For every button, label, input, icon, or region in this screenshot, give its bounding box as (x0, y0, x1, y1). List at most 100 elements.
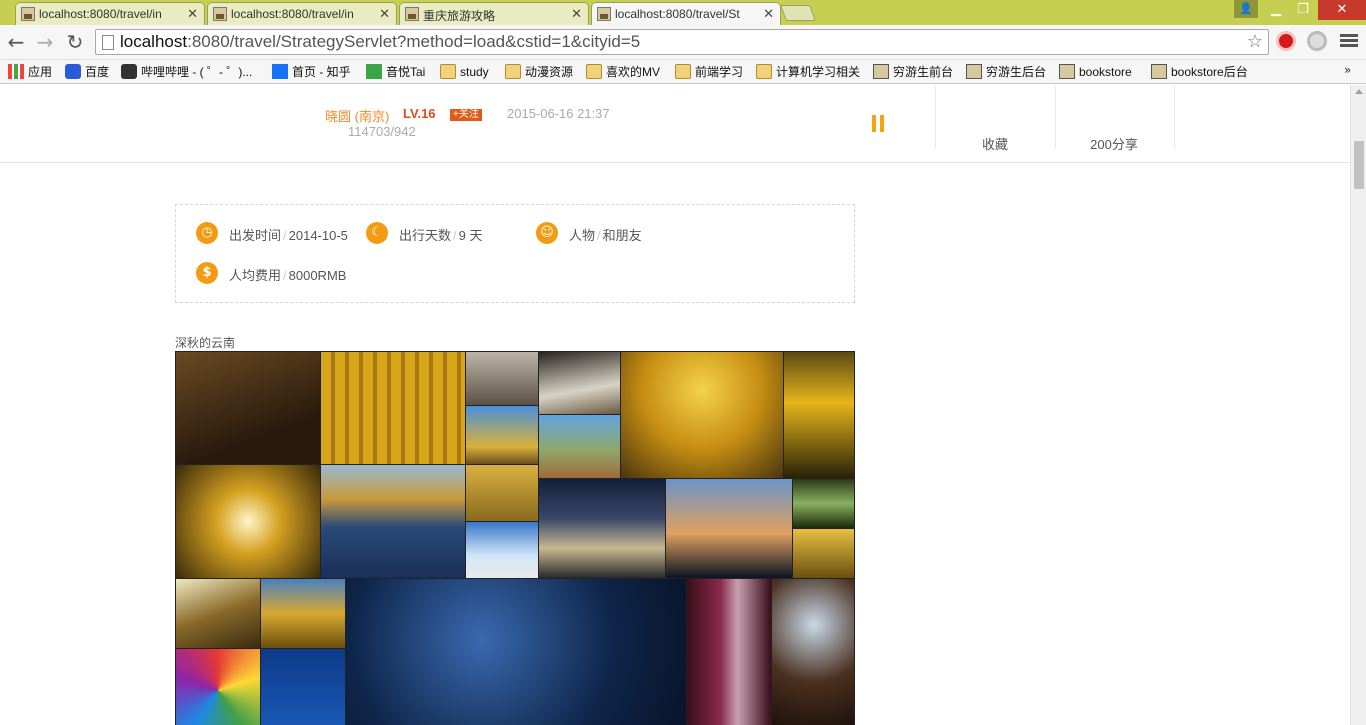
photo-boat-lake[interactable] (466, 522, 538, 578)
forward-arrow-icon[interactable]: → (33, 30, 57, 54)
tab-2[interactable]: localhost:8080/travel/in ✕ (207, 2, 397, 25)
restore-icon[interactable]: ❐ (1290, 0, 1316, 20)
photo-lanterns-night[interactable] (772, 579, 854, 725)
profile-icon[interactable]: 👤 (1234, 0, 1258, 18)
zhihu-icon (272, 64, 288, 79)
photo-lake-grass[interactable] (321, 465, 465, 578)
photo-courtyard[interactable] (539, 352, 620, 414)
folder-icon (440, 64, 456, 79)
depart-info: 出发时间/2014-10-5 (229, 225, 348, 244)
reload-icon[interactable]: ↻ (63, 30, 87, 54)
separator: / (453, 228, 457, 243)
scrollbar-thumb[interactable] (1354, 141, 1364, 189)
bookmark-bookstore-admin[interactable]: bookstore后台 (1151, 63, 1248, 81)
tab-4-active[interactable]: localhost:8080/travel/St ✕ (591, 2, 781, 26)
browser-toolbar: ← → ↻ localhost:8080/travel/StrategyServ… (0, 25, 1366, 60)
photo-starry-night[interactable] (346, 579, 686, 725)
folder-icon (505, 64, 521, 79)
bookmark-qyq-front[interactable]: 穷游生前台 (873, 63, 953, 81)
bookmark-star-icon[interactable]: ☆ (1247, 31, 1263, 52)
menu-icon[interactable] (1340, 32, 1358, 50)
bookmark-label: bookstore (1079, 65, 1132, 79)
bookmark-bookstore[interactable]: bookstore (1059, 63, 1132, 81)
close-icon[interactable]: ✕ (379, 6, 390, 22)
baidu-paw-icon (65, 64, 81, 79)
folder-icon (586, 64, 602, 79)
tab-3[interactable]: 重庆旅游攻略 ✕ (399, 2, 589, 25)
photo-river[interactable] (539, 415, 620, 478)
tab-strip: localhost:8080/travel/in ✕ localhost:808… (0, 0, 1366, 26)
bookmark-zhihu[interactable]: 首页 - 知乎 (272, 63, 351, 81)
page-favicon-icon (213, 7, 227, 21)
bookmark-apps[interactable]: 应用 (8, 63, 52, 81)
author-name[interactable]: 晓圆 (南京) (325, 106, 389, 125)
bookmark-label: 穷游生后台 (986, 65, 1047, 79)
bookmark-folder-mv[interactable]: 喜欢的MV (586, 63, 660, 81)
bookmark-label: 穷游生前台 (893, 65, 954, 79)
separator: / (597, 228, 601, 243)
page-favicon-icon (21, 7, 35, 21)
pause-music-icon[interactable] (871, 115, 885, 132)
photo-wooden-signs[interactable] (176, 352, 320, 464)
bookmark-folder-cs[interactable]: 计算机学习相关 (756, 63, 860, 81)
new-tab-button[interactable] (780, 5, 816, 21)
clock-icon: ◷ (196, 222, 218, 244)
photo-calligraphy-banner[interactable] (687, 579, 771, 725)
address-bar[interactable]: localhost:8080/travel/StrategyServlet?me… (95, 29, 1269, 55)
vertical-scrollbar[interactable] (1350, 85, 1366, 725)
favorite-button[interactable]: 收藏 (935, 134, 1055, 153)
photo-golden-trees[interactable] (784, 352, 854, 478)
close-icon[interactable]: ✕ (571, 6, 582, 22)
photo-moon-sky[interactable] (261, 649, 345, 725)
close-icon[interactable]: ✕ (763, 6, 774, 22)
photo-pagoda[interactable] (466, 406, 538, 464)
bookmark-bilibili[interactable]: 哔哩哔哩 - ( ゜- ゜)... (121, 63, 252, 81)
photo-volcano-dusk[interactable] (666, 479, 792, 578)
photo-ginkgo-temple[interactable] (621, 352, 783, 478)
photo-sun-forest[interactable] (176, 465, 320, 578)
tab-title: localhost:8080/travel/in (231, 7, 354, 21)
follow-button[interactable]: +关注 (450, 109, 482, 121)
window-close-icon[interactable]: ✕ (1318, 0, 1366, 20)
tab-title: localhost:8080/travel/in (39, 7, 162, 21)
post-date: 2015-06-16 21:37 (507, 106, 610, 121)
bookmark-folder-frontend[interactable]: 前端学习 (675, 63, 743, 81)
people-info: 人物 / 和朋友 (569, 225, 642, 244)
author-level: LV.16 (403, 106, 436, 121)
bookmark-label: 前端学习 (695, 65, 744, 79)
bookmark-label: 喜欢的MV (606, 65, 661, 79)
photo-corn[interactable] (321, 352, 465, 464)
bookmark-yinyuetai[interactable]: 音悦Tai (366, 63, 425, 81)
photo-rolls[interactable] (466, 352, 538, 405)
minimize-icon[interactable]: ▁ (1264, 0, 1288, 20)
tab-1[interactable]: localhost:8080/travel/in ✕ (15, 2, 205, 25)
photo-yellow-leaves[interactable] (793, 529, 854, 578)
photo-hot-air-balloon[interactable] (176, 649, 260, 725)
bookmark-qyq-admin[interactable]: 穷游生后台 (966, 63, 1046, 81)
url-host: localhost (120, 32, 188, 51)
extension-adblock-icon[interactable] (1276, 31, 1296, 51)
divider (1174, 85, 1175, 148)
bookmark-folder-anime[interactable]: 动漫资源 (505, 63, 573, 81)
moon-icon: ☾ (366, 222, 388, 244)
page-favicon-icon (1059, 64, 1075, 79)
address-url: localhost:8080/travel/StrategyServlet?me… (120, 32, 640, 52)
tab-title: localhost:8080/travel/St (615, 7, 740, 21)
back-arrow-icon[interactable]: ← (4, 30, 28, 54)
share-button[interactable]: 200分享 (1054, 134, 1174, 153)
photo-hams[interactable] (539, 479, 665, 578)
close-icon[interactable]: ✕ (187, 6, 198, 22)
photo-moss[interactable] (793, 479, 854, 528)
url-path: :8080/travel/StrategyServlet?method=load… (187, 32, 641, 51)
bookmark-baidu[interactable]: 百度 (65, 63, 109, 81)
scroll-up-arrow-icon[interactable] (1355, 89, 1363, 94)
photo-birch-forest[interactable] (261, 579, 345, 648)
depart-label: 出发时间 (229, 228, 282, 243)
bookmark-folder-study[interactable]: study (440, 63, 489, 81)
photo-sunbeam-trees[interactable] (176, 579, 260, 648)
photo-autumn-path[interactable] (466, 465, 538, 521)
bookmarks-overflow-icon[interactable]: » (1344, 63, 1351, 77)
extension-circle-icon[interactable] (1307, 31, 1327, 51)
bookmark-label: bookstore后台 (1171, 65, 1248, 79)
bookmark-label: 哔哩哔哩 - ( ゜- ゜)... (141, 65, 253, 79)
